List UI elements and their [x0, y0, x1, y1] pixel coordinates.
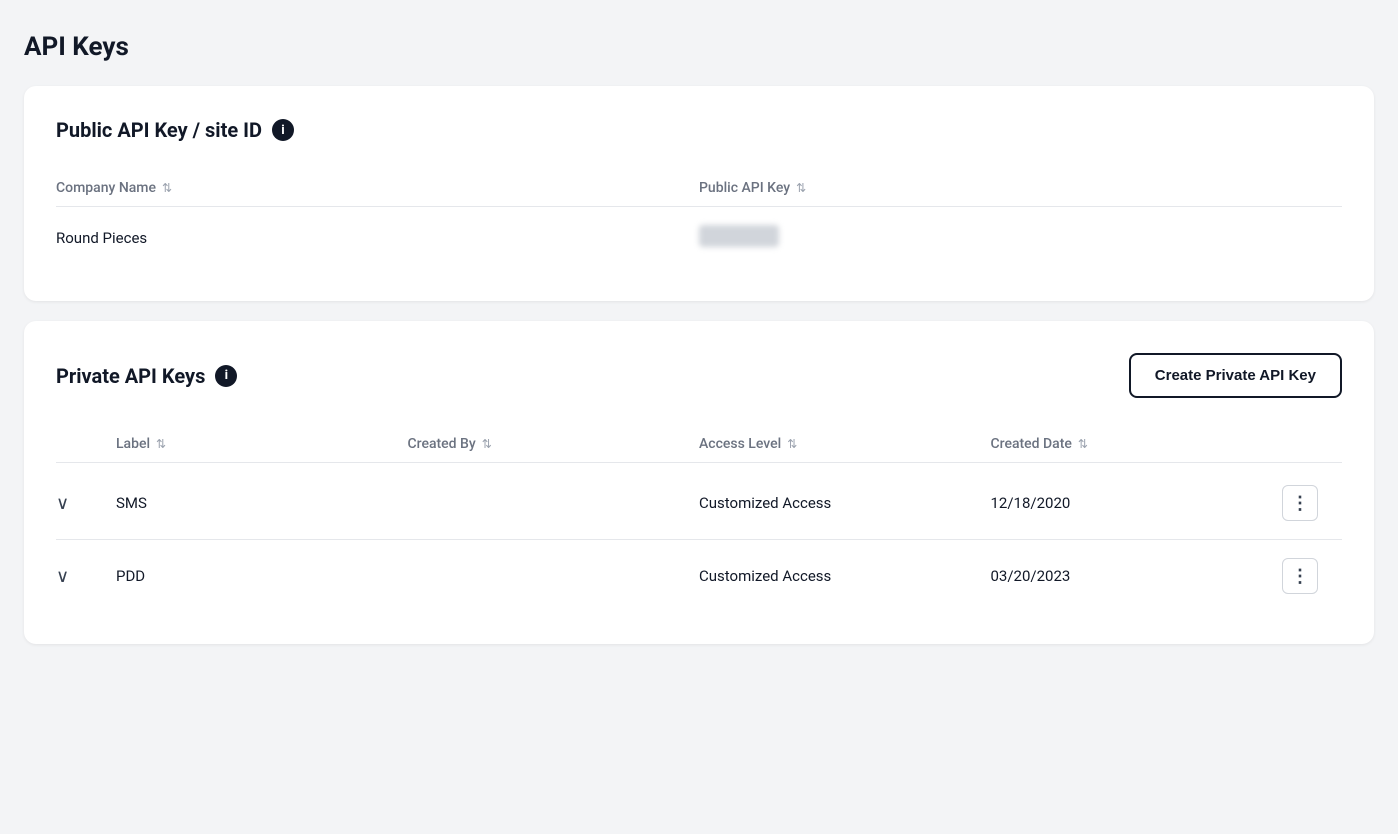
actions-col-header [1282, 436, 1342, 452]
private-api-keys-header-row: Private API Keys i Create Private API Ke… [56, 353, 1342, 398]
access-level-sort-icon: ⇅ [787, 438, 797, 450]
sms-chevron-icon[interactable]: ∨ [56, 493, 69, 514]
sms-created-date-cell: 12/18/2020 [991, 494, 1283, 512]
sms-label-cell: SMS [116, 494, 408, 512]
public-api-key-card: Public API Key / site ID i Company Name … [24, 86, 1374, 301]
pdd-access-level-cell: Customized Access [699, 567, 991, 585]
pdd-label-cell: PDD [116, 567, 408, 585]
public-api-key-col-header[interactable]: Public API Key ⇅ [699, 180, 1342, 196]
private-api-info-icon[interactable]: i [215, 365, 237, 387]
table-row: ∨ PDD Customized Access 03/20/2023 ⋮ [56, 540, 1342, 612]
pdd-chevron-icon[interactable]: ∨ [56, 566, 69, 587]
pdd-actions-cell: ⋮ [1282, 558, 1342, 594]
public-api-key-title: Public API Key / site ID [56, 118, 262, 142]
pdd-more-options-button[interactable]: ⋮ [1282, 558, 1318, 594]
company-name-col-header[interactable]: Company Name ⇅ [56, 180, 699, 196]
create-private-key-button[interactable]: Create Private API Key [1129, 353, 1342, 398]
created-by-sort-icon: ⇅ [482, 438, 492, 450]
public-api-table: Company Name ⇅ Public API Key ⇅ Round Pi… [56, 170, 1342, 269]
sms-expand-cell[interactable]: ∨ [56, 493, 116, 514]
expand-col-header [56, 436, 116, 452]
sms-access-level-cell: Customized Access [699, 494, 991, 512]
access-level-col-header[interactable]: Access Level ⇅ [699, 436, 991, 452]
table-row: ∨ SMS Customized Access 12/18/2020 ⋮ [56, 467, 1342, 540]
public-api-key-col-label: Public API Key [699, 180, 790, 196]
page-title: API Keys [24, 32, 1374, 62]
private-api-keys-header-left: Private API Keys i [56, 364, 237, 388]
public-api-table-header: Company Name ⇅ Public API Key ⇅ [56, 170, 1342, 207]
company-name-col-label: Company Name [56, 180, 156, 196]
company-name-sort-icon: ⇅ [162, 182, 172, 194]
created-date-sort-icon: ⇅ [1078, 438, 1088, 450]
company-name-cell: Round Pieces [56, 229, 699, 247]
private-api-keys-title: Private API Keys [56, 364, 205, 388]
sms-more-options-button[interactable]: ⋮ [1282, 485, 1318, 521]
sms-actions-cell: ⋮ [1282, 485, 1342, 521]
access-level-col-label: Access Level [699, 436, 781, 452]
pdd-expand-cell[interactable]: ∨ [56, 566, 116, 587]
created-date-col-header[interactable]: Created Date ⇅ [991, 436, 1283, 452]
label-sort-icon: ⇅ [156, 438, 166, 450]
table-row: Round Pieces [56, 207, 1342, 269]
blurred-api-key [699, 225, 779, 247]
private-api-table: Label ⇅ Created By ⇅ Access Level ⇅ Crea… [56, 426, 1342, 612]
public-api-key-cell [699, 225, 1342, 251]
created-by-col-header[interactable]: Created By ⇅ [408, 436, 700, 452]
label-col-label: Label [116, 436, 150, 452]
pdd-created-date-cell: 03/20/2023 [991, 567, 1283, 585]
public-api-info-icon[interactable]: i [272, 119, 294, 141]
created-date-col-label: Created Date [991, 436, 1072, 452]
public-api-key-sort-icon: ⇅ [796, 182, 806, 194]
private-api-keys-card: Private API Keys i Create Private API Ke… [24, 321, 1374, 644]
private-api-table-header: Label ⇅ Created By ⇅ Access Level ⇅ Crea… [56, 426, 1342, 463]
public-api-key-header: Public API Key / site ID i [56, 118, 1342, 142]
label-col-header[interactable]: Label ⇅ [116, 436, 408, 452]
created-by-col-label: Created By [408, 436, 476, 452]
